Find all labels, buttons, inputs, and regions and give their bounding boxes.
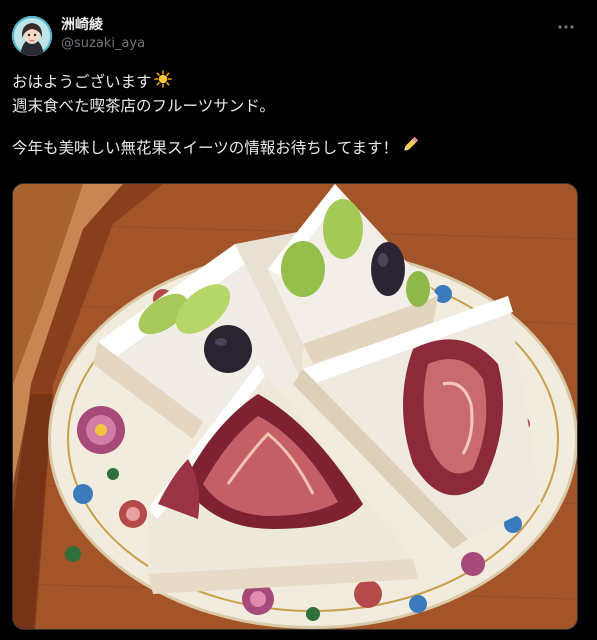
avatar[interactable] [12, 16, 52, 56]
display-name[interactable]: 洲崎綾 [61, 16, 145, 34]
more-horizontal-icon[interactable] [555, 18, 577, 38]
tweet-text-request: 今年も美味しい無花果スイーツの情報お待ちしてます！ [12, 139, 398, 157]
fruit-sandwich-photo [13, 184, 577, 629]
tweet-text-line-2: 週末食べた喫茶店のフルーツサンド。 [12, 97, 275, 115]
sun-icon [153, 70, 172, 95]
tweet-text: おはようございます 週末食べた喫茶店のフルーツサンド。 今年も美味しい無花果スイ… [12, 70, 582, 162]
tweet-text-line-1: おはようございます [12, 70, 582, 95]
tweet: 洲崎綾 @suzaki_aya おはようございます 週末食べた喫茶店のフルーツサ… [0, 0, 597, 640]
pencil-icon [400, 135, 420, 162]
tweet-photo[interactable] [12, 183, 578, 630]
avatar-image [12, 16, 52, 56]
handle[interactable]: @suzaki_aya [61, 34, 145, 54]
tweet-header: 洲崎綾 @suzaki_aya [12, 14, 585, 58]
author-names: 洲崎綾 @suzaki_aya [61, 16, 145, 54]
tweet-text-line-3: 今年も美味しい無花果スイーツの情報お待ちしてます！ [12, 135, 582, 162]
tweet-text-greeting: おはようございます [12, 73, 152, 91]
tweet-text-spacer [12, 118, 582, 135]
